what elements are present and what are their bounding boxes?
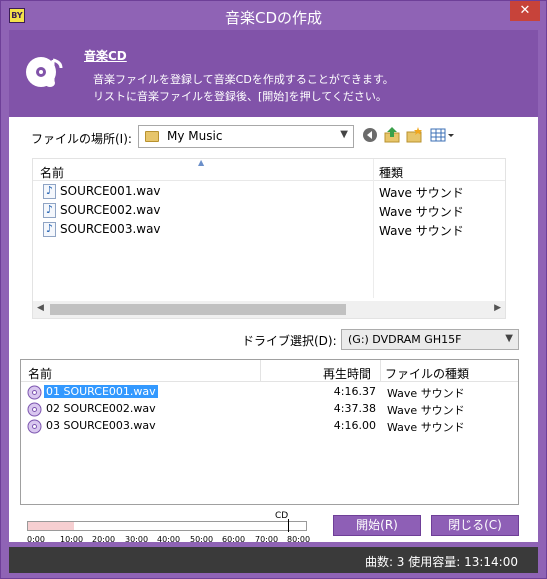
- location-value: My Music: [167, 129, 223, 143]
- cd-icon: [27, 402, 42, 417]
- track-file-type: Wave サウンド: [387, 387, 465, 400]
- file-name: SOURCE001.wav: [60, 184, 161, 198]
- main-panel: ファイルの場所(I): My Music ▼ ▲ 名前 種類 ♪ SOURCE0…: [9, 117, 538, 545]
- audio-file-icon: ♪: [43, 222, 56, 237]
- header-band: 音楽CD 音楽ファイルを登録して音楽CDを作成することができます。 リストに音楽…: [9, 30, 538, 117]
- scrollbar-thumb[interactable]: [50, 304, 346, 315]
- drive-value: (G:) DVDRAM GH15F: [348, 333, 462, 346]
- capacity-tick-label: 10:00: [60, 535, 84, 544]
- audio-file-icon: ♪: [43, 203, 56, 218]
- scroll-left-icon[interactable]: ◀: [37, 303, 44, 313]
- drive-label: ドライブ選択(D):: [242, 334, 337, 348]
- back-icon[interactable]: [361, 126, 379, 144]
- file-row[interactable]: ♪ SOURCE001.wav Wave サウンド: [33, 182, 505, 201]
- status-text: 曲数: 3 使用容量: 13:14:00: [364, 555, 518, 569]
- capacity-ticks: 0:00 10:00 20:00 30:00 40:00 50:00 60:00 70:00 8…: [27, 531, 317, 545]
- drive-select[interactable]: (G:) DVDRAM GH15F ▼: [341, 329, 519, 350]
- track-row[interactable]: 03 SOURCE003.wav 4:16.00 Wave サウンド: [21, 418, 518, 435]
- track-list-header: 名前 再生時間 ファイルの種類: [21, 360, 518, 382]
- file-name: SOURCE002.wav: [60, 203, 161, 217]
- file-type: Wave サウンド: [379, 186, 464, 200]
- track-duration: 4:16.00: [333, 419, 376, 432]
- scroll-right-icon[interactable]: ▶: [494, 303, 501, 313]
- column-separator: [260, 360, 261, 382]
- file-name: SOURCE003.wav: [60, 222, 161, 236]
- location-combo[interactable]: My Music ▼: [138, 125, 354, 148]
- file-list-header: ▲ 名前 種類: [33, 158, 505, 181]
- header-desc-line2: リストに音楽ファイルを登録後、[開始]を押してください。: [93, 90, 387, 103]
- new-folder-icon[interactable]: [405, 126, 423, 144]
- audio-file-icon: ♪: [43, 184, 56, 199]
- chevron-down-icon: ▼: [340, 129, 348, 140]
- capacity-gauge: [27, 519, 307, 532]
- start-button[interactable]: 開始(R): [333, 515, 421, 536]
- header-title: 音楽CD: [84, 49, 127, 63]
- capacity-tick-label: 50:00: [190, 535, 214, 544]
- column-separator: [380, 360, 381, 382]
- header-description: 音楽ファイルを登録して音楽CDを作成することができます。 リストに音楽ファイルを…: [93, 71, 394, 105]
- file-row[interactable]: ♪ SOURCE003.wav Wave サウンド: [33, 220, 505, 239]
- track-duration: 4:37.38: [333, 402, 376, 415]
- file-row[interactable]: ♪ SOURCE002.wav Wave サウンド: [33, 201, 505, 220]
- track-row[interactable]: 02 SOURCE002.wav 4:37.38 Wave サウンド: [21, 401, 518, 418]
- folder-icon: [145, 131, 159, 142]
- header-desc-line1: 音楽ファイルを登録して音楽CDを作成することができます。: [93, 73, 394, 86]
- column-type[interactable]: 種類: [379, 164, 403, 181]
- window-title: 音楽CDの作成: [224, 9, 323, 27]
- sort-ascending-icon: ▲: [198, 158, 205, 167]
- track-name: 02 SOURCE002.wav: [46, 402, 156, 415]
- view-menu-icon[interactable]: [429, 126, 455, 144]
- file-list[interactable]: ▲ 名前 種類 ♪ SOURCE001.wav Wave サウンド ♪ SOUR…: [32, 158, 506, 319]
- capacity-tick-label: 40:00: [157, 535, 181, 544]
- status-bar: 曲数: 3 使用容量: 13:14:00: [9, 547, 538, 573]
- capacity-tick-label: 20:00: [92, 535, 116, 544]
- track-name: 01 SOURCE001.wav: [44, 385, 158, 398]
- up-folder-icon[interactable]: [383, 126, 401, 144]
- track-file-type: Wave サウンド: [387, 421, 465, 434]
- cd-icon: [27, 385, 42, 400]
- column-name[interactable]: 名前: [40, 164, 64, 181]
- column-duration[interactable]: 再生時間: [323, 365, 371, 382]
- capacity-tick-label: 30:00: [125, 535, 149, 544]
- capacity-tick-label: 70:00: [255, 535, 279, 544]
- music-disc-icon: [26, 57, 63, 87]
- location-label: ファイルの場所(I):: [31, 132, 132, 146]
- file-type: Wave サウンド: [379, 205, 464, 219]
- track-name: 03 SOURCE003.wav: [46, 419, 156, 432]
- close-window-button[interactable]: ✕: [510, 1, 540, 21]
- title-bar: BY 音楽CDの作成 ✕: [1, 1, 546, 30]
- cd-icon: [27, 419, 42, 434]
- column-track-name[interactable]: 名前: [28, 365, 52, 382]
- window: BY 音楽CDの作成 ✕ 音楽CD 音楽ファイルを登録して音楽CDを作成すること…: [0, 0, 547, 579]
- column-file-type[interactable]: ファイルの種類: [385, 365, 469, 382]
- capacity-used-fill: [28, 522, 74, 530]
- cd-capacity-label: CD: [275, 511, 289, 521]
- file-type: Wave サウンド: [379, 224, 464, 238]
- chevron-down-icon: ▼: [505, 333, 513, 344]
- capacity-tick-label: 80:00: [287, 535, 311, 544]
- close-button[interactable]: 閉じる(C): [431, 515, 519, 536]
- capacity-tick-label: 0:00: [27, 535, 45, 544]
- capacity-tick-label: 60:00: [222, 535, 246, 544]
- horizontal-scrollbar[interactable]: ◀ ▶: [33, 301, 505, 318]
- track-duration: 4:16.37: [333, 385, 376, 398]
- track-file-type: Wave サウンド: [387, 404, 465, 417]
- track-list[interactable]: 名前 再生時間 ファイルの種類 01 SOURCE001.wav 4:16.37…: [20, 359, 519, 505]
- track-row[interactable]: 01 SOURCE001.wav 4:16.37 Wave サウンド: [21, 384, 518, 401]
